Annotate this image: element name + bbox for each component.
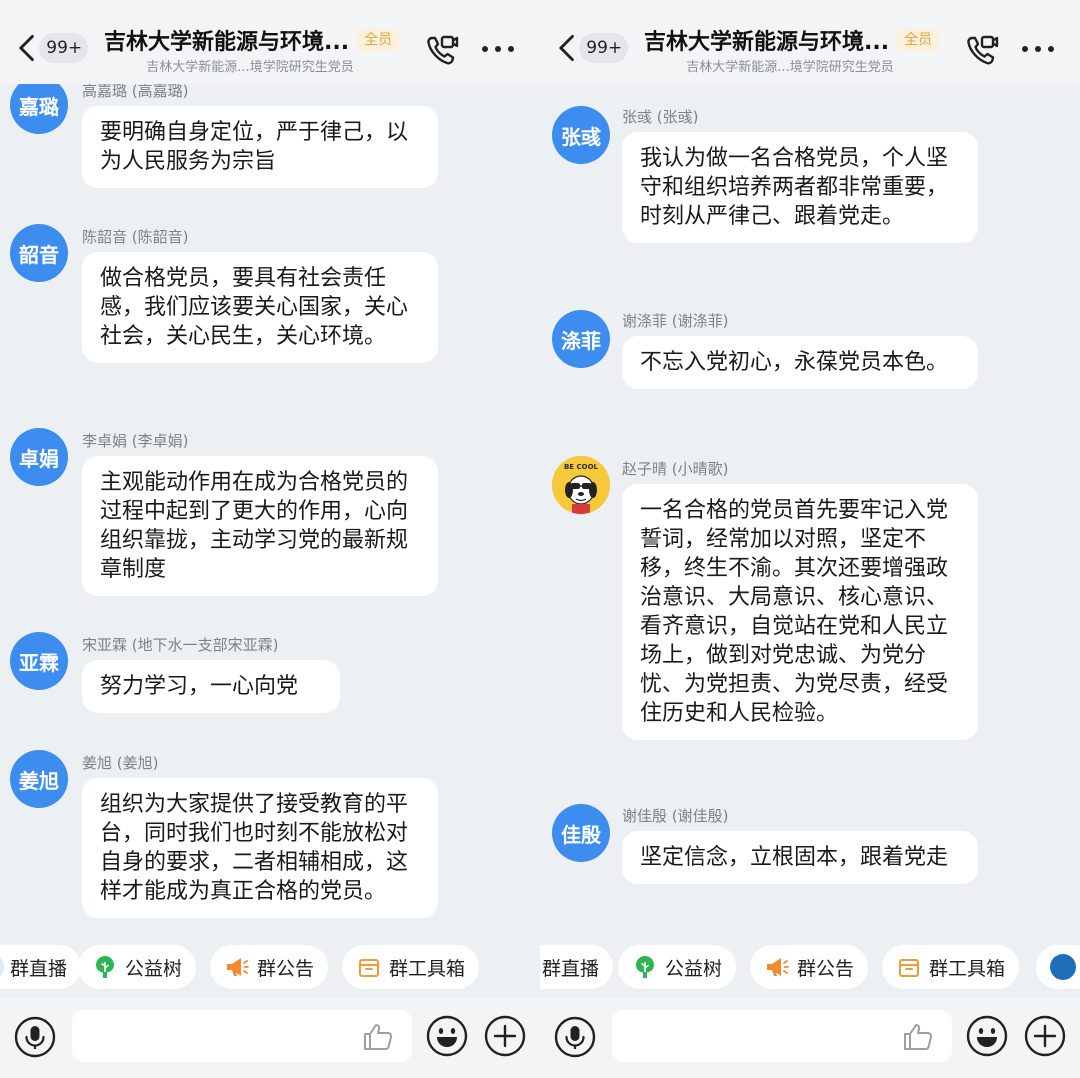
charity-tree-chip[interactable]: 公益树: [78, 945, 197, 989]
chat-header: 99+ 吉林大学新能源与环境... 全员 吉林大学新能源...境学院研究生党员: [0, 0, 540, 84]
avatar[interactable]: 亚霖: [10, 632, 68, 690]
message-input[interactable]: [612, 1010, 952, 1062]
message-input[interactable]: [72, 1010, 412, 1062]
quick-action-bar: 群直播 公益树 群公告 群工具箱: [540, 938, 1080, 998]
message-bubble[interactable]: 努力学习，一心向党: [82, 660, 340, 713]
sender-name: 谢涤菲 (谢涤菲): [622, 312, 729, 330]
chat-title-row[interactable]: 吉林大学新能源与环境... 全员: [104, 24, 424, 56]
be-cool-dog-icon: BE COOL: [552, 456, 610, 514]
sender-name: 陈韶音 (陈韶音): [82, 228, 189, 246]
unread-count-badge: 99+: [579, 33, 628, 63]
chip-label: 群工具箱: [389, 957, 466, 980]
unread-count-badge: 99+: [39, 33, 88, 63]
emoji-icon[interactable]: [966, 1015, 1008, 1057]
message-bubble[interactable]: 要明确自身定位，严于律己，以为人民服务为宗旨: [82, 106, 438, 188]
avatar[interactable]: 张彧: [552, 106, 610, 164]
toolbox-icon: [899, 959, 919, 977]
sender-name: 宋亚霖 (地下水一支部宋亚霖): [82, 636, 279, 654]
live-stream-chip[interactable]: 群直播: [540, 945, 614, 989]
group-toolbox-chip[interactable]: 群工具箱: [342, 945, 480, 989]
chat-title: 吉林大学新能源与环境...: [644, 30, 890, 55]
chat-subtitle: 吉林大学新能源...境学院研究生党员: [686, 60, 894, 75]
group-toolbox-chip[interactable]: 群工具箱: [882, 945, 1020, 989]
chip-label: 群直播: [542, 957, 600, 980]
message-bubble[interactable]: 我认为做一名合格党员，个人坚守和组织培养两者都非常重要，时刻从严律己、跟着党走。: [622, 132, 978, 243]
message-bubble[interactable]: 做合格党员，要具有社会责任感，我们应该要关心国家，关心社会，关心民生，关心环境。: [82, 252, 438, 363]
chat-subtitle: 吉林大学新能源...境学院研究生党员: [146, 60, 354, 75]
member-tag: 全员: [357, 29, 400, 51]
charity-tree-chip[interactable]: 公益树: [618, 945, 737, 989]
sender-name: 张彧 (张彧): [622, 108, 699, 126]
more-options-icon[interactable]: [478, 36, 518, 62]
megaphone-icon: [767, 958, 789, 976]
avatar[interactable]: 韶音: [10, 224, 68, 282]
chip-label: 公益树: [125, 957, 183, 980]
live-stream-chip[interactable]: 群直播: [0, 945, 82, 989]
thumbs-up-icon[interactable]: [902, 1022, 934, 1052]
chat-title: 吉林大学新能源与环境...: [104, 30, 350, 55]
avatar[interactable]: 佳殷: [552, 804, 610, 862]
group-announcement-chip[interactable]: 群公告: [750, 945, 869, 989]
chip-label: 公益树: [665, 957, 723, 980]
chat-screen-right: 99+ 吉林大学新能源与环境... 全员 吉林大学新能源...境学院研究生党员 …: [540, 0, 1080, 1078]
sender-name: 姜旭 (姜旭): [82, 754, 159, 772]
message-bubble[interactable]: 主观能动作用在成为合格党员的过程中起到了更大的作用，心向组织靠拢，主动学习党的最…: [82, 456, 438, 596]
back-button[interactable]: 99+: [16, 30, 88, 66]
message-bubble[interactable]: 不忘入党初心，永葆党员本色。: [622, 336, 978, 389]
quick-action-bar: 群直播 公益树 群公告 群工具箱: [0, 938, 540, 998]
message-bubble[interactable]: 坚定信念，立根固本，跟着党走: [622, 831, 978, 884]
sender-name: 赵子晴 (小晴歌): [622, 460, 729, 478]
add-icon[interactable]: [1024, 1015, 1066, 1057]
chat-header: 99+ 吉林大学新能源与环境... 全员 吉林大学新能源...境学院研究生党员: [540, 0, 1080, 84]
voice-input-icon[interactable]: [14, 1016, 56, 1058]
chat-input-bar: [0, 998, 540, 1078]
sender-name: 谢佳殷 (谢佳殷): [622, 807, 729, 825]
tree-icon: [96, 956, 114, 978]
sender-name: 李卓娟 (李卓娟): [82, 432, 189, 450]
emoji-icon[interactable]: [426, 1015, 468, 1057]
toolbox-icon: [359, 959, 379, 977]
back-chevron-icon: [559, 34, 574, 62]
avatar[interactable]: 卓娟: [10, 428, 68, 486]
voice-input-icon[interactable]: [554, 1016, 596, 1058]
member-tag: 全员: [897, 29, 940, 51]
next-quick-action-chip[interactable]: [1036, 945, 1080, 989]
avatar[interactable]: 姜旭: [10, 750, 68, 808]
more-options-icon[interactable]: [1018, 36, 1058, 62]
chip-label: 群直播: [10, 957, 68, 980]
host-avatar-icon: [1050, 954, 1076, 980]
group-announcement-chip[interactable]: 群公告: [210, 945, 329, 989]
chat-title-row[interactable]: 吉林大学新能源与环境... 全员: [644, 24, 964, 56]
avatar[interactable]: 嘉璐: [10, 76, 68, 134]
host-avatar-icon: [0, 954, 4, 980]
tree-icon: [636, 956, 654, 978]
back-chevron-icon: [19, 34, 34, 62]
message-bubble[interactable]: 一名合格的党员首先要牢记入党誓词，经常加以对照，坚定不移，终生不渝。其次还要增强…: [622, 484, 978, 740]
chip-label: 群公告: [257, 957, 315, 980]
back-button[interactable]: 99+: [556, 30, 628, 66]
phone-call-icon[interactable]: [424, 32, 460, 68]
message-bubble[interactable]: 组织为大家提供了接受教育的平台，同时我们也时刻不能放松对自身的要求，二者相辅相成…: [82, 778, 438, 918]
avatar[interactable]: BE COOL: [552, 456, 610, 514]
be-cool-caption: BE COOL: [564, 463, 599, 471]
add-icon[interactable]: [484, 1015, 526, 1057]
thumbs-up-icon[interactable]: [362, 1022, 394, 1052]
megaphone-icon: [227, 958, 249, 976]
avatar[interactable]: 涤菲: [552, 310, 610, 368]
phone-call-icon[interactable]: [964, 32, 1000, 68]
chip-label: 群公告: [797, 957, 855, 980]
chat-screen-left: 99+ 吉林大学新能源与环境... 全员 吉林大学新能源...境学院研究生党员 …: [0, 0, 540, 1078]
chat-input-bar: [540, 998, 1080, 1078]
chip-label: 群工具箱: [929, 957, 1006, 980]
